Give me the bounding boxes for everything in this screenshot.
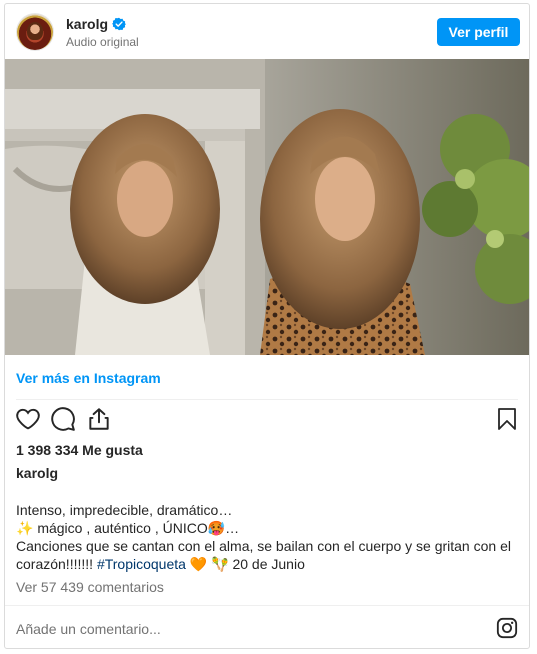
instagram-logo-icon[interactable] xyxy=(496,617,518,639)
post-header: karolg Audio original Ver perfil xyxy=(5,4,529,59)
add-comment-input[interactable]: Añade un comentario... xyxy=(16,621,161,637)
bookmark-icon[interactable] xyxy=(495,406,519,432)
post-caption: Intenso, impredecible, dramático… ✨ mági… xyxy=(16,501,521,573)
caption-text: mágico , auténtico , ÚNICO xyxy=(33,520,208,536)
instagram-embed-card: karolg Audio original Ver perfil Ver más… xyxy=(4,3,530,649)
sparkles-icon: ✨ xyxy=(16,520,34,536)
post-media[interactable] xyxy=(5,59,529,355)
view-comments-link[interactable]: Ver 57 439 comentarios xyxy=(16,579,164,595)
verified-badge-icon xyxy=(112,17,126,31)
video-still-image xyxy=(5,59,529,355)
maracas-icon: 🪇 xyxy=(211,556,229,572)
avatar[interactable] xyxy=(17,14,53,50)
hot-face-icon: 🥵 xyxy=(207,520,226,536)
caption-line: ✨ mágico , auténtico , ÚNICO🥵… xyxy=(16,519,521,537)
view-profile-button[interactable]: Ver perfil xyxy=(437,18,520,46)
divider xyxy=(16,399,518,400)
caption-line: Canciones que se cantan con el alma, se … xyxy=(16,538,511,554)
action-bar xyxy=(5,406,529,436)
caption-line: Intenso, impredecible, dramático… xyxy=(16,502,233,518)
share-icon[interactable] xyxy=(86,406,112,432)
view-more-link[interactable]: Ver más en Instagram xyxy=(16,370,161,386)
hashtag-link[interactable]: #Tropicoqueta xyxy=(97,556,186,572)
caption-text: … xyxy=(225,520,240,536)
heart-icon[interactable] xyxy=(15,406,41,432)
username[interactable]: karolg xyxy=(66,16,108,32)
release-date: 20 de Junio xyxy=(232,556,305,572)
caption-text: corazón!!!!!!! xyxy=(16,556,97,572)
audio-subtitle[interactable]: Audio original xyxy=(66,35,139,49)
comment-icon[interactable] xyxy=(50,406,76,432)
likes-count[interactable]: 1 398 334 Me gusta xyxy=(16,442,143,458)
caption-username[interactable]: karolg xyxy=(16,465,58,481)
caption-line: corazón!!!!!!! #Tropicoqueta 🧡 🪇 20 de J… xyxy=(16,555,521,573)
orange-heart-icon: 🧡 xyxy=(189,556,208,572)
divider xyxy=(5,605,529,606)
